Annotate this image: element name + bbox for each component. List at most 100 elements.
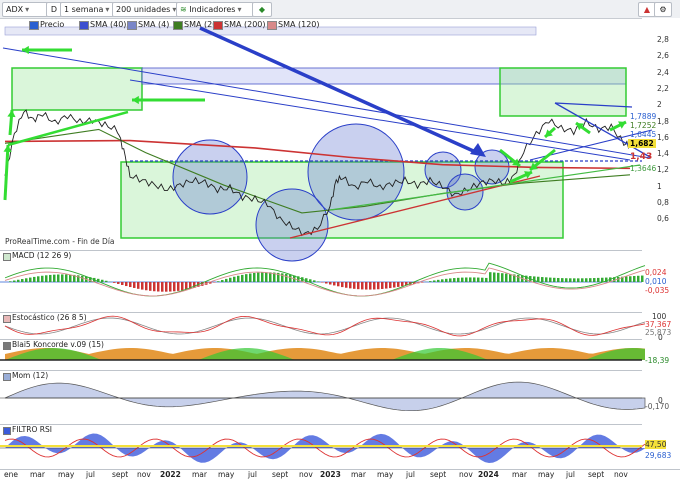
macd-bar [345,282,348,288]
legend-chip-4[interactable]: SMA (200) [212,19,266,30]
macd-bar [245,274,248,282]
x-tick-14: may [377,470,394,479]
macd-bar [25,278,28,282]
macd-bar [389,282,392,289]
legend-swatch [79,21,89,30]
macd-bar [473,277,476,282]
macd-bar [361,282,364,290]
macd-bar [633,276,636,282]
x-tick-21: jul [566,470,575,479]
macd-bar [357,282,360,290]
rsi-tick-1: 29,683 [645,451,672,460]
macd-bar [461,277,464,282]
macd-bar [437,279,440,282]
stoch-k [4,317,646,335]
macd-bar [641,275,644,282]
macd-bar [265,272,268,282]
macd-bar [105,280,108,282]
legend-chip-1[interactable]: SMA (40) [78,19,126,30]
mom-area [4,381,646,412]
macd-bar [445,278,448,282]
macd-bar [241,274,244,282]
price-tick-2: 2,4 [657,67,669,77]
price-tick-3: 2,2 [657,83,669,93]
price-tick-4: 2 [657,100,662,110]
macd-bar [557,277,560,282]
zone-green-right [499,67,627,117]
x-tick-13: mar [351,470,366,479]
x-tick-18: 2024 [478,470,499,479]
price-tick-1: 2,6 [657,51,669,61]
price-tag-a: 1,7889 [630,112,657,121]
macd-bar [181,282,184,291]
price-tag-b: 1,7252 [630,121,657,130]
macd-bar [257,272,260,282]
macd-bar [249,273,252,282]
arrow-green-3-head [3,145,12,153]
legend-swatch [267,21,277,30]
x-tick-7: mar [192,470,207,479]
macd-bar [153,282,156,292]
macd-bar [17,279,20,282]
macd-bar [285,273,288,282]
legend-swatch [213,21,223,30]
legend-label: Precio [40,20,65,29]
x-tick-16: sept [430,470,447,479]
arrow-green-3 [3,144,10,201]
price-tag-c: 1,6445 [630,130,657,139]
macd-bar [309,279,312,282]
macd-bar [133,282,136,288]
macd-bar [57,274,60,282]
macd-bar [597,277,600,282]
macd-bar [433,280,436,282]
macd-bar [217,281,220,282]
macd-bar [593,278,596,282]
macd-bar [457,277,460,282]
legend-label: SMA (120) [278,20,320,29]
circle-zone-2 [307,123,405,221]
macd-bar [545,277,548,282]
macd-bar [281,273,284,282]
macd-bar [65,274,68,282]
price-tag-d: 1,43 [630,152,653,162]
macd-bar [117,282,120,284]
x-tick-9: jul [248,470,257,479]
macd-bar [441,279,444,282]
macd-bar [169,282,172,292]
legend-swatch [173,21,183,30]
macd-bar [253,272,256,282]
macd-bar [533,276,536,282]
macd-bar [325,282,328,284]
price-tick-10: 0,8 [657,198,669,207]
legend-swatch [127,21,137,30]
macd-bar [349,282,352,289]
macd-bar [261,272,264,282]
macd-bar [625,276,628,282]
legend-chip-5[interactable]: SMA (120) [266,19,320,30]
macd-bar [317,281,320,282]
macd-bar [493,272,496,282]
macd-bar [377,282,380,290]
macd-tick-1: 0,010 [645,277,667,286]
macd-bar [229,277,232,282]
x-tick-1: mar [30,470,45,479]
legend-chip-2[interactable]: SMA (4) [126,19,169,30]
x-tick-4: sept [112,470,129,479]
macd-bar [13,280,16,282]
macd-bar [577,278,580,282]
macd-bar [37,276,40,282]
x-tick-6: 2022 [160,470,181,479]
macd-bar [353,282,356,289]
macd-bar [329,282,332,285]
macd-bar [553,277,556,282]
macd-bar [385,282,388,289]
macd-bar [637,275,640,282]
macd-bar [49,274,52,282]
x-tick-5: nov [137,470,151,479]
macd-tick-2: -0,035 [645,286,670,295]
macd-bar [401,282,404,287]
x-tick-23: nov [614,470,628,479]
price-tick-8: 1,2 [657,165,669,175]
macd-bar [221,280,224,282]
legend-chip-0[interactable]: Precio [28,19,64,30]
